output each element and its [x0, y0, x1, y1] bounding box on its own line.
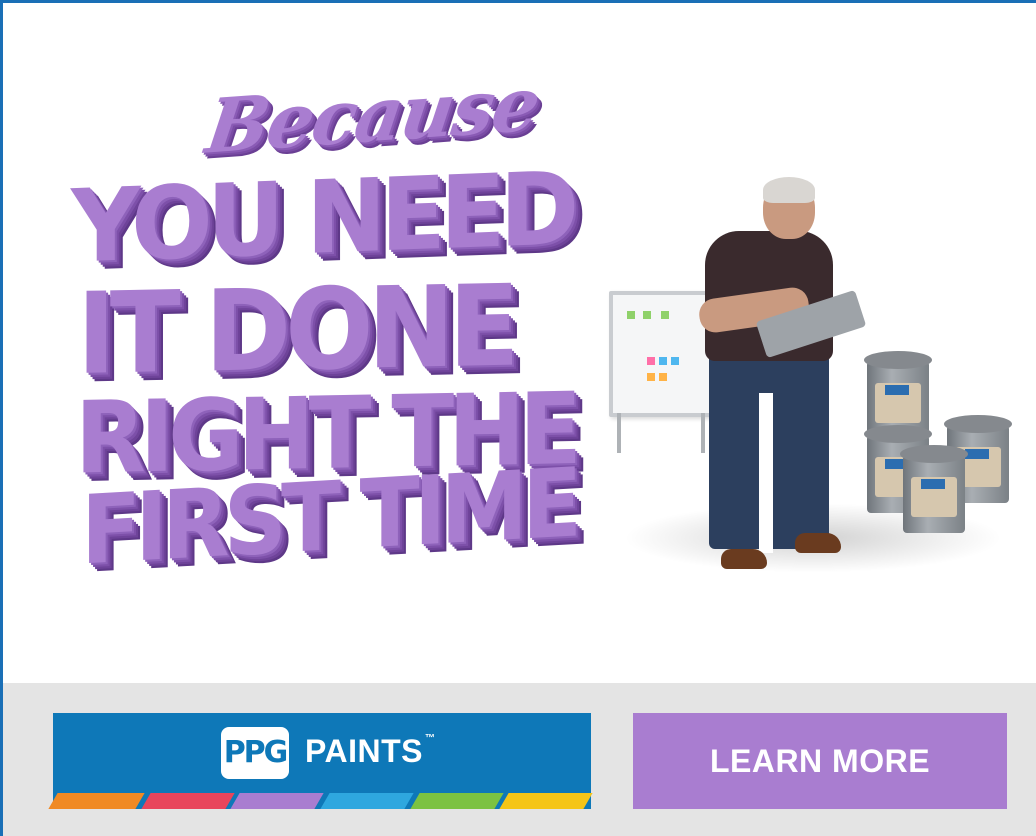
- footer-bar: PPG PAINTS ™ LEARN MORE: [3, 683, 1036, 836]
- stripe-segment: [499, 793, 593, 809]
- worker-illustration: [603, 173, 1023, 593]
- stripe-segment: [410, 793, 503, 809]
- ppg-paints-brand[interactable]: PPG PAINTS ™: [48, 713, 593, 809]
- sticky-note: [659, 357, 667, 365]
- sticky-note: [627, 311, 635, 319]
- sticky-note: [647, 373, 655, 381]
- stripe-segment: [320, 793, 414, 809]
- leg-gap: [759, 393, 773, 553]
- brand-name: PAINTS ™: [305, 733, 435, 770]
- learn-more-button[interactable]: LEARN MORE: [633, 713, 1007, 809]
- stripe-segment: [48, 793, 145, 809]
- stripe-segment: [141, 793, 234, 809]
- worker-hair: [763, 177, 815, 203]
- ppg-logo: PPG: [221, 727, 289, 779]
- trademark-symbol: ™: [424, 733, 436, 744]
- worker-shoe: [795, 533, 841, 553]
- worker-shoe: [721, 549, 767, 569]
- stripe-segment: [230, 793, 324, 809]
- sticky-note: [647, 357, 655, 365]
- sticky-note: [661, 311, 669, 319]
- sticky-note: [671, 357, 679, 365]
- whiteboard-leg: [617, 413, 621, 453]
- sticky-note: [659, 373, 667, 381]
- paint-bucket: [900, 445, 968, 533]
- worker-figure: [697, 173, 869, 583]
- brand-name-text: PAINTS: [305, 733, 423, 769]
- sticky-note: [643, 311, 651, 319]
- ad-banner[interactable]: Because YOU NEED IT DONE RIGHT THE FIRST…: [0, 0, 1036, 836]
